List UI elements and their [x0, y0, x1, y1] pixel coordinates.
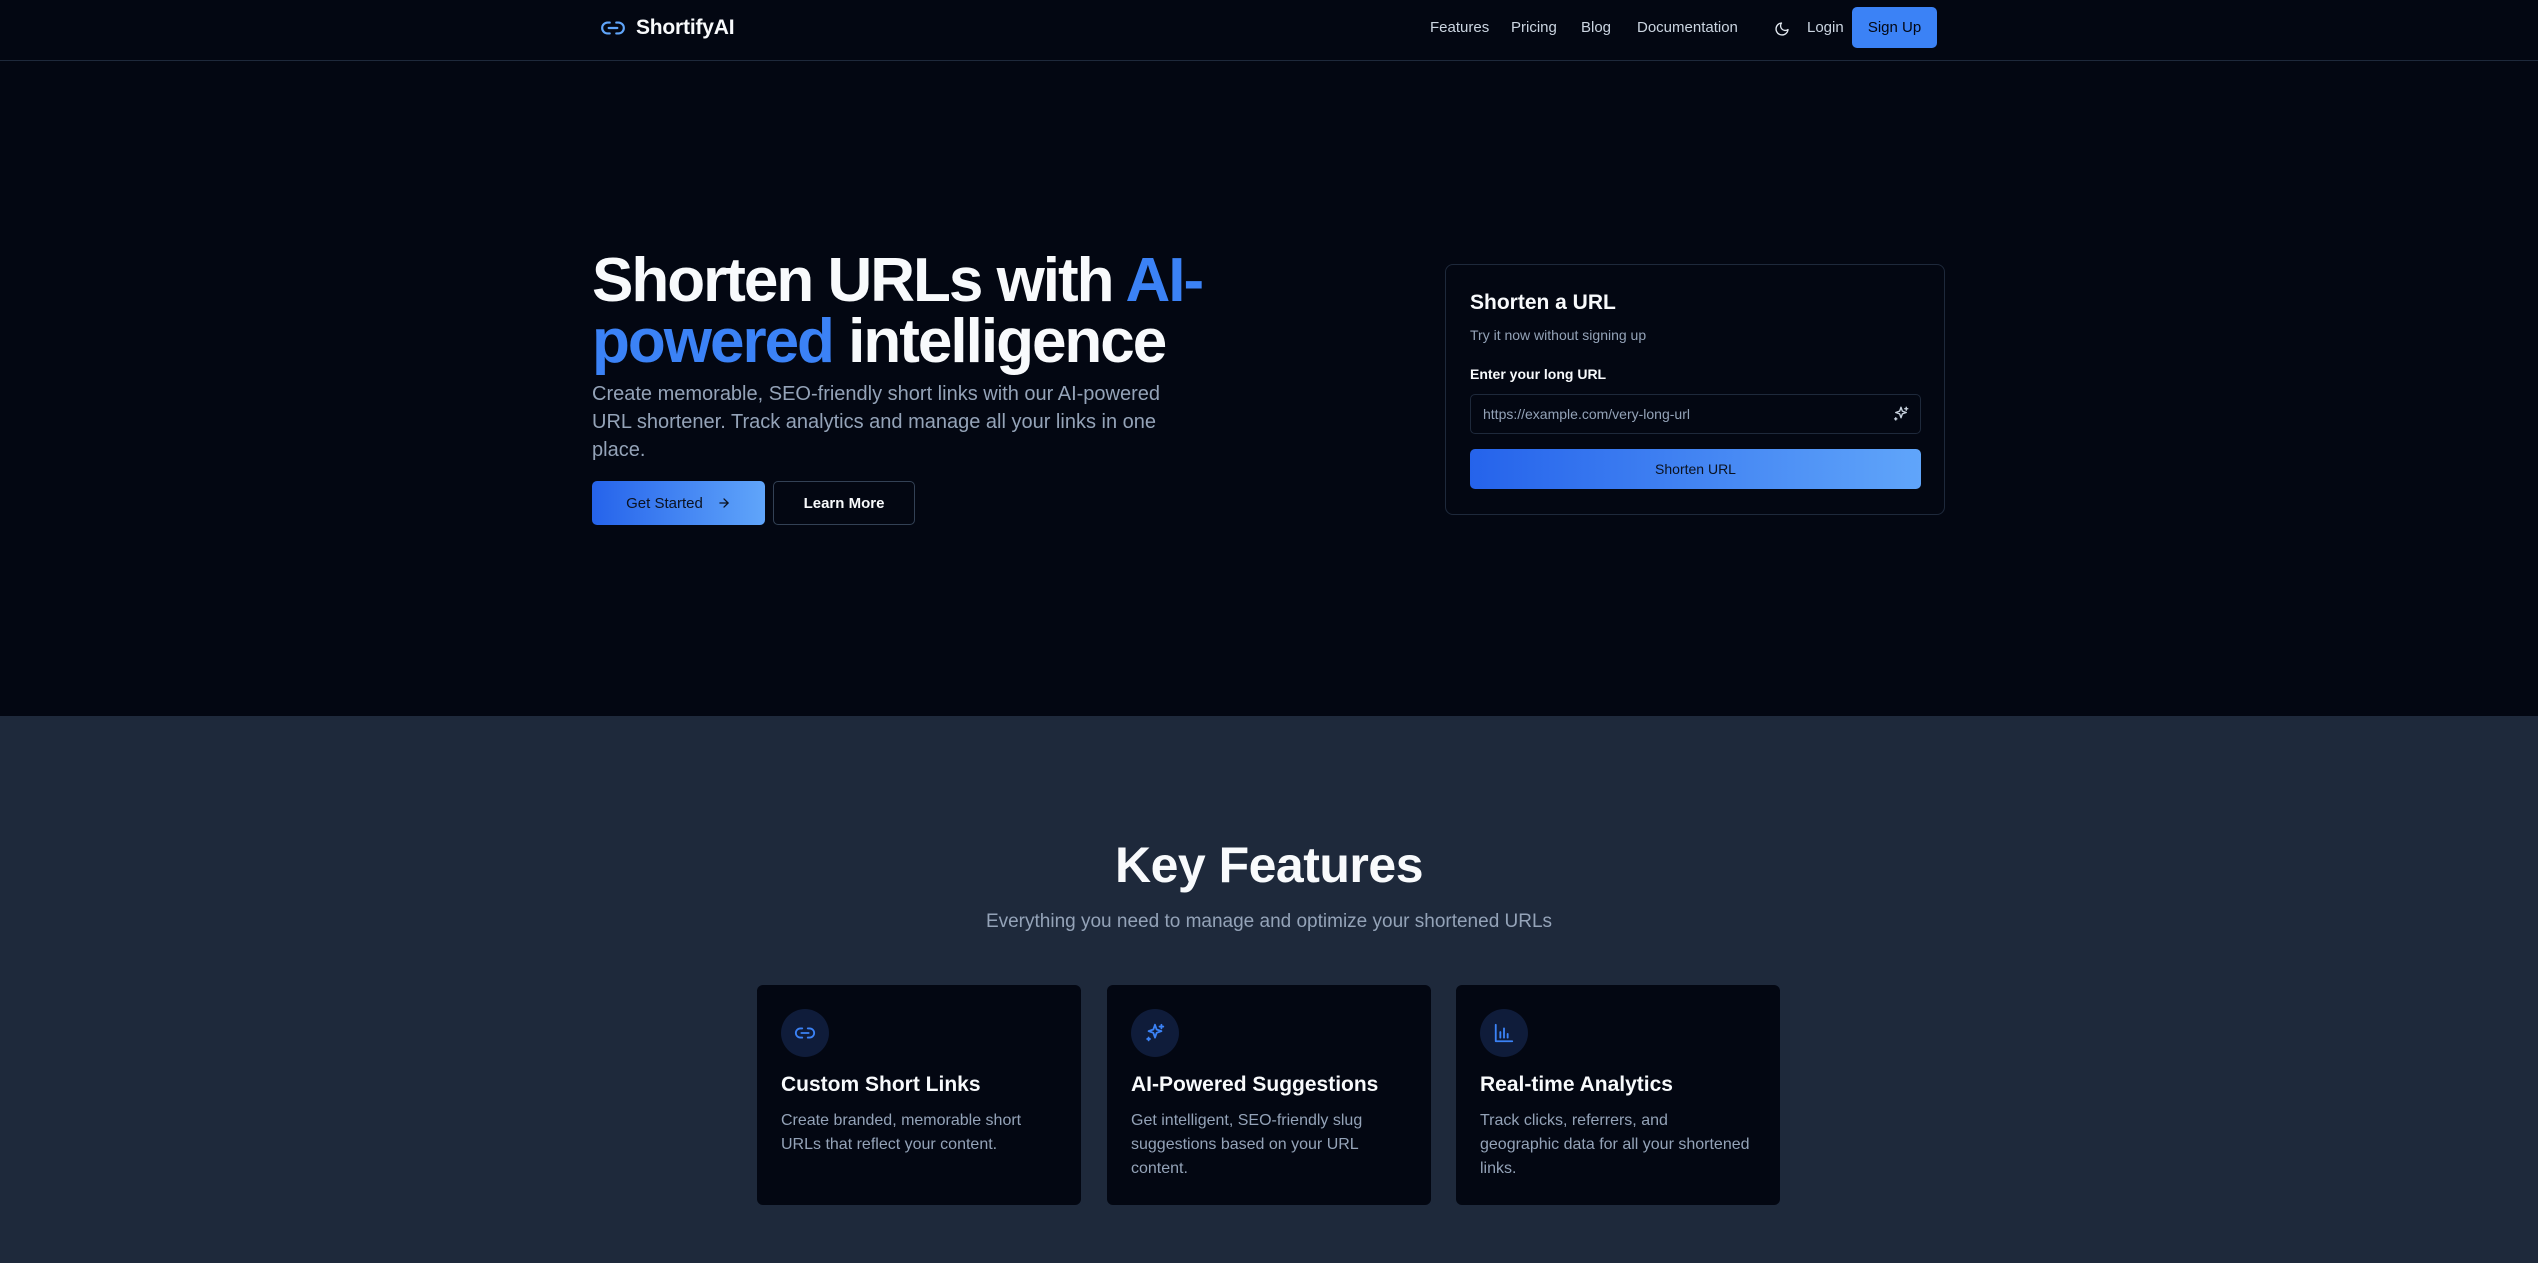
sparkles-icon[interactable]	[1892, 405, 1910, 423]
hero-title-part2: intelligence	[832, 307, 1167, 376]
feature-icon-badge	[1480, 1009, 1528, 1057]
feature-title: Custom Short Links	[781, 1073, 981, 1096]
brand-logo[interactable]: ShortifyAI	[600, 15, 735, 41]
feature-card-ai-suggestions: AI-Powered Suggestions Get intelligent, …	[1107, 985, 1431, 1205]
long-url-input[interactable]	[1471, 395, 1871, 433]
feature-card-analytics: Real-time Analytics Track clicks, referr…	[1456, 985, 1780, 1205]
learn-more-button[interactable]: Learn More	[773, 481, 915, 525]
shorten-url-card: Shorten a URL Try it now without signing…	[1445, 264, 1945, 515]
nav-link-documentation[interactable]: Documentation	[1637, 18, 1738, 38]
arrow-right-icon	[719, 498, 729, 508]
card-title: Shorten a URL	[1470, 291, 1616, 314]
signup-button[interactable]: Sign Up	[1852, 7, 1937, 48]
features-title: Key Features	[1114, 837, 1424, 893]
features-section: Key Features Everything you need to mana…	[0, 716, 2538, 1263]
feature-description: Track clicks, referrers, and geographic …	[1480, 1112, 1750, 1177]
brand-name: ShortifyAI	[636, 16, 735, 39]
nav-link-blog[interactable]: Blog	[1581, 18, 1611, 38]
nav-link-features[interactable]: Features	[1430, 18, 1489, 38]
url-input-wrapper	[1470, 394, 1921, 434]
hero-subtitle: Create memorable, SEO-friendly short lin…	[592, 383, 1161, 461]
hero-section: Shorten URLs with AI-powered intelligenc…	[0, 62, 2538, 716]
feature-icon-badge	[1131, 1009, 1179, 1057]
feature-card-custom-links: Custom Short Links Create branded, memor…	[757, 985, 1081, 1205]
get-started-label: Get Started	[626, 494, 703, 512]
card-subtitle: Try it now without signing up	[1470, 327, 1647, 343]
bar-chart-icon	[1494, 1023, 1514, 1043]
url-field-label: Enter your long URL	[1470, 366, 1607, 382]
feature-description: Create branded, memorable short URLs tha…	[781, 1112, 1022, 1153]
hero-title: Shorten URLs with AI-powered intelligenc…	[592, 250, 1212, 373]
moon-icon	[1775, 22, 1789, 36]
hero-title-part1: Shorten URLs with	[592, 246, 1126, 315]
get-started-button[interactable]: Get Started	[592, 481, 765, 525]
theme-toggle-button[interactable]	[1770, 17, 1794, 41]
link-icon	[601, 21, 625, 35]
feature-description: Get intelligent, SEO-friendly slug sugge…	[1131, 1112, 1363, 1177]
feature-title: AI-Powered Suggestions	[1131, 1073, 1379, 1096]
features-subtitle: Everything you need to manage and optimi…	[985, 911, 1553, 932]
navbar: ShortifyAI Features Pricing Blog Documen…	[0, 0, 2538, 61]
link-icon	[794, 1027, 816, 1039]
feature-icon-badge	[781, 1009, 829, 1057]
login-link[interactable]: Login	[1807, 18, 1844, 38]
nav-link-pricing[interactable]: Pricing	[1511, 18, 1557, 38]
shorten-url-button[interactable]: Shorten URL	[1470, 449, 1921, 489]
feature-title: Real-time Analytics	[1480, 1073, 1673, 1096]
sparkles-icon	[1146, 1023, 1165, 1042]
